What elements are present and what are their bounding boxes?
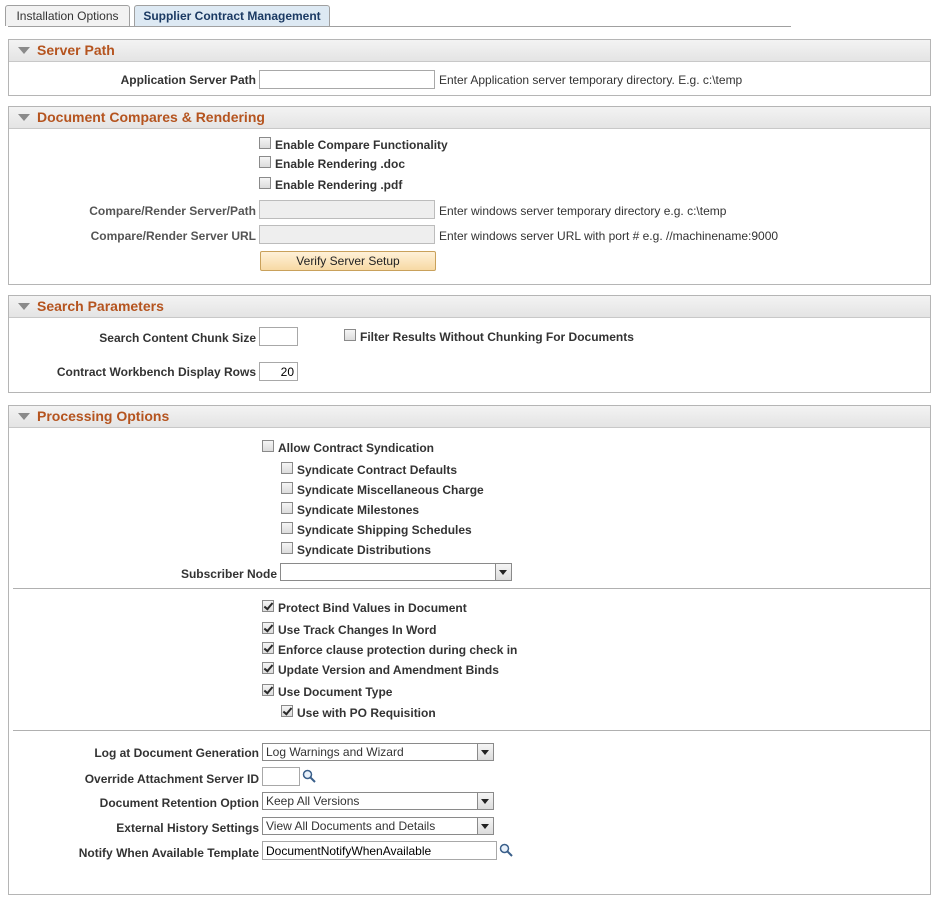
retention-select[interactable]: Keep All Versions: [262, 792, 494, 810]
verify-server-setup-button[interactable]: Verify Server Setup: [260, 251, 436, 271]
enforce-clause-checkbox[interactable]: [262, 642, 274, 654]
section-title: Search Parameters: [37, 298, 164, 314]
compare-server-path-help: Enter windows server temporary directory…: [439, 204, 727, 218]
collapse-triangle-icon[interactable]: [18, 47, 30, 54]
history-select[interactable]: View All Documents and Details: [262, 817, 494, 835]
syndicate-defaults-label: Syndicate Contract Defaults: [297, 463, 458, 477]
tab-supplier-contract-management[interactable]: Supplier Contract Management: [134, 5, 330, 26]
section-title: Processing Options: [37, 408, 170, 424]
track-changes-label: Use Track Changes In Word: [278, 623, 437, 637]
enable-compare-checkbox[interactable]: [259, 137, 271, 149]
enable-doc-label: Enable Rendering .doc: [275, 157, 406, 171]
doc-compares-section: Document Compares & Rendering: [8, 106, 931, 285]
notify-input[interactable]: [262, 841, 497, 860]
dropdown-arrow-icon[interactable]: [495, 564, 511, 580]
use-po-req-checkbox[interactable]: [281, 705, 293, 717]
section-title: Server Path: [37, 42, 115, 58]
compare-server-url-help: Enter windows server URL with port # e.g…: [439, 229, 779, 243]
app-server-path-label: Application Server Path: [120, 73, 256, 87]
notify-label: Notify When Available Template: [78, 846, 259, 860]
collapse-triangle-icon[interactable]: [18, 114, 30, 121]
allow-syndication-label: Allow Contract Syndication: [278, 441, 435, 455]
collapse-triangle-icon[interactable]: [18, 413, 30, 420]
server-path-section: Server Path: [8, 39, 931, 96]
override-input[interactable]: [262, 767, 300, 786]
compare-server-url-label: Compare/Render Server URL: [90, 229, 256, 243]
syndicate-defaults-checkbox[interactable]: [281, 462, 293, 474]
enable-pdf-label: Enable Rendering .pdf: [275, 178, 403, 192]
collapse-triangle-icon[interactable]: [18, 303, 30, 310]
filter-results-checkbox[interactable]: [344, 329, 356, 341]
log-value: Log Warnings and Wizard: [266, 745, 404, 759]
retention-value: Keep All Versions: [266, 794, 360, 808]
syndicate-distributions-checkbox[interactable]: [281, 542, 293, 554]
update-version-checkbox[interactable]: [262, 662, 274, 674]
enable-doc-checkbox[interactable]: [259, 156, 271, 168]
syndicate-milestones-checkbox[interactable]: [281, 502, 293, 514]
filter-results-label: Filter Results Without Chunking For Docu…: [360, 330, 634, 344]
syndicate-shipping-label: Syndicate Shipping Schedules: [297, 523, 472, 537]
log-label: Log at Document Generation: [94, 746, 259, 760]
chunk-size-label: Search Content Chunk Size: [99, 331, 256, 345]
section-title: Document Compares & Rendering: [37, 109, 265, 125]
dropdown-arrow-icon[interactable]: [477, 793, 493, 809]
display-rows-input[interactable]: [259, 362, 298, 381]
history-label: External History Settings: [116, 821, 259, 835]
dropdown-arrow-icon[interactable]: [477, 818, 493, 834]
enforce-clause-label: Enforce clause protection during check i…: [278, 643, 518, 657]
compare-server-url-input[interactable]: [259, 225, 435, 244]
enable-pdf-checkbox[interactable]: [259, 177, 271, 189]
syndicate-misc-checkbox[interactable]: [281, 482, 293, 494]
use-doc-type-label: Use Document Type: [278, 685, 393, 699]
divider: [13, 588, 931, 589]
compare-server-path-input[interactable]: [259, 200, 435, 219]
track-changes-checkbox[interactable]: [262, 622, 274, 634]
app-server-path-input[interactable]: [259, 70, 435, 89]
syndicate-milestones-label: Syndicate Milestones: [297, 503, 420, 517]
override-label: Override Attachment Server ID: [84, 772, 259, 786]
server-path-header[interactable]: Server Path: [9, 40, 930, 62]
enable-compare-label: Enable Compare Functionality: [275, 138, 448, 152]
update-version-label: Update Version and Amendment Binds: [278, 663, 499, 677]
use-po-req-label: Use with PO Requisition: [297, 706, 436, 720]
tab-underline: [8, 26, 791, 27]
log-select[interactable]: Log Warnings and Wizard: [262, 743, 494, 761]
lookup-magnifier-icon[interactable]: [302, 769, 316, 783]
retention-label: Document Retention Option: [99, 796, 259, 810]
display-rows-label: Contract Workbench Display Rows: [56, 365, 256, 379]
subscriber-node-select[interactable]: [280, 563, 512, 581]
compare-server-path-label: Compare/Render Server/Path: [89, 204, 256, 218]
syndicate-misc-label: Syndicate Miscellaneous Charge: [297, 483, 484, 497]
syndicate-distributions-label: Syndicate Distributions: [297, 543, 432, 557]
tab-installation-options[interactable]: Installation Options: [5, 5, 130, 26]
dropdown-arrow-icon[interactable]: [477, 744, 493, 760]
app-server-path-help: Enter Application server temporary direc…: [439, 73, 743, 87]
chunk-size-input[interactable]: [259, 327, 298, 346]
lookup-magnifier-icon[interactable]: [499, 843, 513, 857]
doc-compares-header[interactable]: Document Compares & Rendering: [9, 107, 930, 129]
protect-bind-checkbox[interactable]: [262, 600, 274, 612]
use-doc-type-checkbox[interactable]: [262, 684, 274, 696]
allow-syndication-checkbox[interactable]: [262, 440, 274, 452]
processing-header[interactable]: Processing Options: [9, 406, 930, 428]
history-value: View All Documents and Details: [266, 819, 436, 833]
subscriber-node-label: Subscriber Node: [180, 567, 277, 581]
protect-bind-label: Protect Bind Values in Document: [278, 601, 467, 615]
syndicate-shipping-checkbox[interactable]: [281, 522, 293, 534]
divider: [13, 730, 931, 731]
search-params-header[interactable]: Search Parameters: [9, 296, 930, 318]
